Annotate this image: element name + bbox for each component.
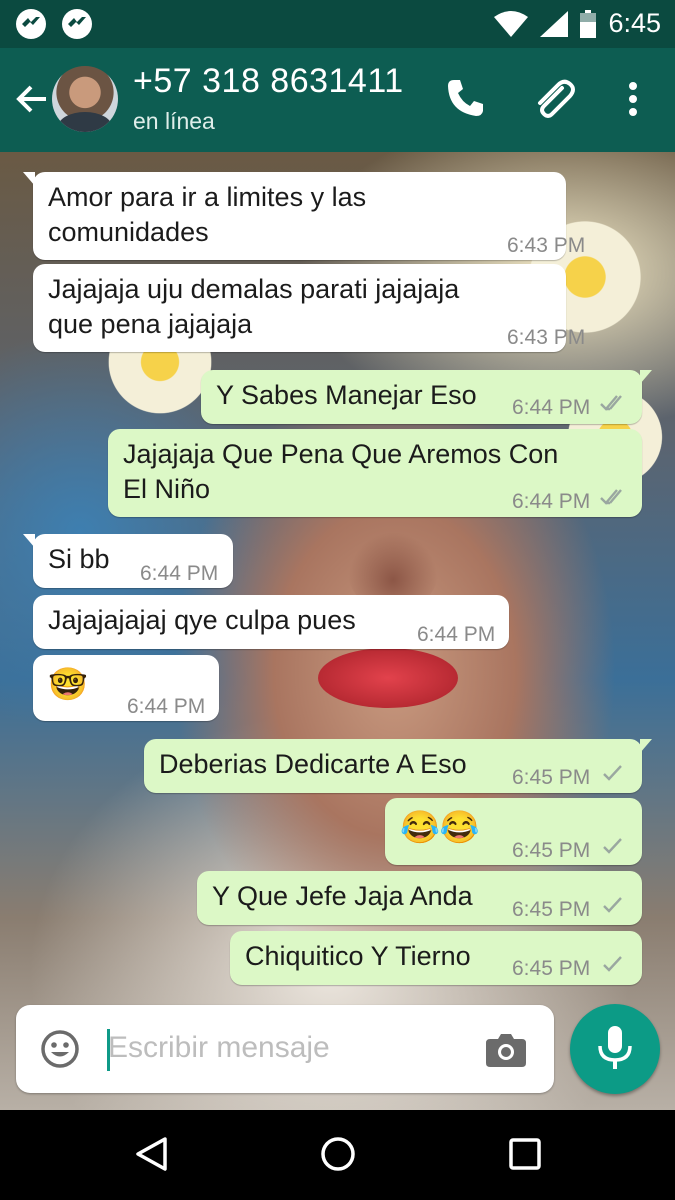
phone-icon[interactable]: [446, 78, 484, 118]
clock: 6:45: [608, 8, 661, 38]
message-text: Y Sabes Manejar Eso: [216, 380, 477, 410]
message-timestamp: 6:45 PM: [512, 957, 591, 980]
message-text: Y Que Jefe Jaja Anda: [212, 881, 473, 911]
paperclip-icon[interactable]: [532, 78, 576, 122]
single-check-icon: [603, 956, 622, 972]
messenger-icon: [16, 9, 46, 39]
message-text: Jajajajajaj qye culpa pues: [48, 605, 356, 635]
single-check-icon: [603, 897, 622, 913]
message-timestamp: 6:45 PM: [512, 839, 591, 862]
incoming-message[interactable]: Jajajaja uju demalas parati jajajaja que…: [33, 264, 585, 352]
back-arrow-icon[interactable]: [14, 82, 48, 116]
message-text: Deberias Dedicarte A Eso: [159, 749, 467, 779]
back-triangle-icon[interactable]: [134, 1136, 168, 1172]
contact-status: en línea: [133, 108, 215, 134]
avatar[interactable]: [52, 66, 118, 132]
camera-icon[interactable]: [486, 1033, 526, 1067]
system-nav-bar: [0, 1110, 675, 1200]
outgoing-message[interactable]: Y Que Jefe Jaja Anda 6:45 PM: [197, 871, 642, 925]
message-text: 😂😂: [400, 809, 480, 845]
message-timestamp: 6:44 PM: [127, 695, 206, 718]
microphone-icon: [598, 1026, 632, 1069]
message-text: Chiquitico Y Tierno: [245, 941, 471, 971]
signal-icon: [540, 10, 569, 37]
message-text: 🤓: [48, 666, 88, 702]
incoming-message[interactable]: 🤓 6:44 PM: [33, 655, 219, 721]
message-composer: Escribir mensaje: [16, 1005, 554, 1093]
single-check-icon: [603, 838, 622, 854]
incoming-message[interactable]: Amor para ir a limites y las comunidades…: [23, 172, 585, 260]
emoji-icon[interactable]: [40, 1029, 80, 1069]
message-timestamp: 6:43 PM: [507, 326, 586, 349]
incoming-message[interactable]: Jajajajajaj qye culpa pues 6:44 PM: [33, 595, 509, 649]
wifi-icon: [494, 10, 529, 37]
message-timestamp: 6:43 PM: [507, 234, 586, 257]
message-timestamp: 6:44 PM: [512, 396, 591, 419]
double-check-icon: [600, 489, 622, 505]
recents-square-icon[interactable]: [509, 1138, 541, 1170]
outgoing-message[interactable]: Jajajaja Que Pena Que Aremos Con El Niño…: [108, 429, 642, 517]
message-timestamp: 6:45 PM: [512, 766, 591, 789]
double-check-icon: [600, 395, 622, 411]
message-text: Jajajaja Que Pena Que Aremos Con El Niño: [123, 439, 559, 504]
contact-name[interactable]: +57 318 8631411: [133, 62, 404, 101]
message-timestamp: 6:44 PM: [417, 623, 496, 646]
messenger-icon: [62, 9, 92, 39]
message-text: Amor para ir a limites y las comunidades: [48, 182, 367, 247]
message-input[interactable]: Escribir mensaje: [108, 1031, 330, 1065]
outgoing-message[interactable]: 😂😂 6:45 PM: [385, 798, 642, 865]
single-check-icon: [603, 765, 622, 781]
message-timestamp: 6:44 PM: [512, 490, 591, 513]
battery-icon: [580, 9, 597, 38]
incoming-message[interactable]: Si bb 6:44 PM: [23, 534, 233, 588]
message-timestamp: 6:45 PM: [512, 898, 591, 921]
outgoing-message[interactable]: Y Sabes Manejar Eso 6:44 PM: [201, 370, 652, 424]
message-text: Si bb: [48, 544, 110, 574]
voice-record-button[interactable]: [570, 1004, 660, 1094]
status-bar: 6:45: [0, 0, 675, 48]
message-timestamp: 6:44 PM: [140, 562, 219, 585]
message-text: Jajajaja uju demalas parati jajajaja que…: [48, 274, 460, 339]
outgoing-message[interactable]: Deberias Dedicarte A Eso 6:45 PM: [144, 739, 652, 793]
outgoing-message[interactable]: Chiquitico Y Tierno 6:45 PM: [230, 931, 642, 985]
home-circle-icon[interactable]: [320, 1136, 356, 1172]
chat-header: +57 318 8631411 en línea: [0, 48, 675, 152]
more-vert-icon[interactable]: [628, 82, 638, 116]
